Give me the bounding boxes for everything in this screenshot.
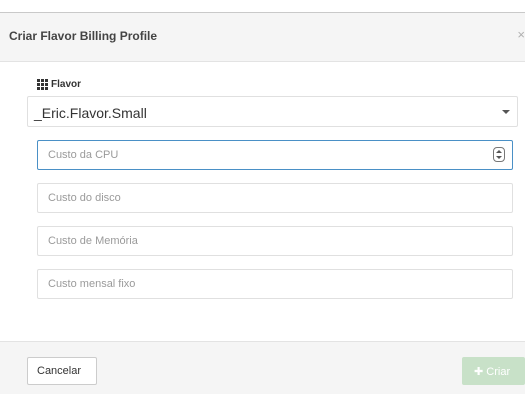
close-icon[interactable]: × — [517, 27, 525, 42]
memory-cost-input[interactable]: Custo de Memória — [37, 226, 513, 256]
modal-footer: Cancelar ✚ Criar — [0, 341, 525, 394]
chevron-down-icon — [502, 110, 510, 114]
modal-body: Flavor _Eric.Flavor.Small Custo da CPU C… — [0, 62, 525, 341]
modal-header: Criar Flavor Billing Profile × — [0, 13, 525, 62]
number-spinner-icon[interactable] — [493, 147, 505, 162]
disk-cost-placeholder: Custo do disco — [48, 192, 121, 204]
cancel-button[interactable]: Cancelar — [27, 357, 97, 385]
create-button[interactable]: ✚ Criar — [462, 357, 525, 385]
create-button-label: Criar — [486, 365, 511, 378]
flavor-label: Flavor — [37, 79, 81, 90]
monthly-fixed-cost-input[interactable]: Custo mensal fixo — [37, 269, 513, 299]
flavor-label-text: Flavor — [51, 79, 82, 90]
memory-cost-placeholder: Custo de Memória — [48, 235, 138, 247]
flavor-select[interactable]: _Eric.Flavor.Small — [27, 96, 518, 127]
monthly-fixed-cost-placeholder: Custo mensal fixo — [48, 278, 136, 290]
modal-title: Criar Flavor Billing Profile — [9, 29, 158, 43]
cpu-cost-input[interactable]: Custo da CPU — [37, 140, 513, 170]
create-flavor-billing-profile-dialog: Criar Flavor Billing Profile × Flavor _E… — [0, 12, 525, 394]
flavor-selected-value: _Eric.Flavor.Small — [34, 105, 147, 121]
grid-icon — [37, 79, 48, 90]
plus-icon: ✚ — [474, 365, 484, 378]
disk-cost-input[interactable]: Custo do disco — [37, 183, 513, 213]
cpu-cost-placeholder: Custo da CPU — [48, 149, 119, 161]
